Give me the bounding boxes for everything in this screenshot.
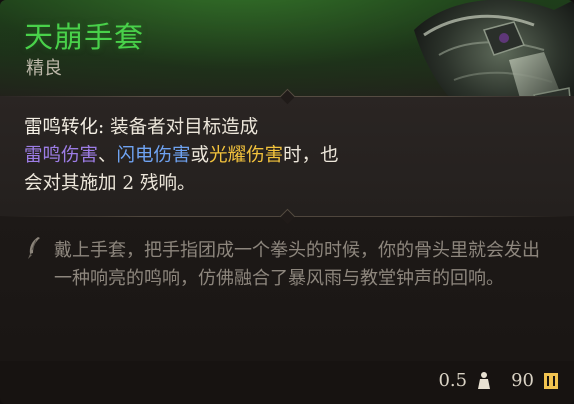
conjunction: 或: [190, 145, 210, 166]
passive-text-line1: 装备者对目标造成: [104, 117, 259, 138]
weight-value: 0.5: [438, 370, 468, 391]
passive-section: 雷鸣转化: 装备者对目标造成 雷鸣伤害、闪电伤害或光耀伤害时，也 会对其施加 2…: [0, 96, 574, 216]
radiant-damage-keyword[interactable]: 光耀伤害: [209, 145, 283, 166]
item-stats: 0.5 90: [438, 370, 560, 391]
gold-coin-icon: [544, 372, 558, 389]
passive-text-line3: 会对其施加 2 残响。: [24, 173, 196, 194]
item-tooltip: 天崩手套 精良 雷鸣转化: 装备者对目标造成 雷鸣伤害、闪电伤害或光耀伤害时，也…: [0, 0, 574, 404]
passive-description: 雷鸣转化: 装备者对目标造成 雷鸣伤害、闪电伤害或光耀伤害时，也 会对其施加 2…: [24, 114, 494, 198]
lore-text: 戴上手套，把手指团成一个拳头的时候，你的骨头里就会发出一种响亮的鸣响，仿佛融合了…: [54, 240, 540, 289]
quill-icon: [28, 237, 40, 259]
weight-icon: [478, 371, 491, 389]
separator: 、: [98, 145, 117, 166]
gold-value: 90: [511, 370, 534, 391]
passive-name: 雷鸣转化:: [24, 117, 105, 138]
lightning-damage-keyword[interactable]: 闪电伤害: [117, 145, 191, 166]
passive-text-line2: 时，也: [283, 145, 339, 166]
item-name: 天崩手套: [24, 20, 145, 54]
thunder-damage-keyword[interactable]: 雷鸣伤害: [24, 145, 98, 166]
item-rarity: 精良: [26, 58, 62, 79]
